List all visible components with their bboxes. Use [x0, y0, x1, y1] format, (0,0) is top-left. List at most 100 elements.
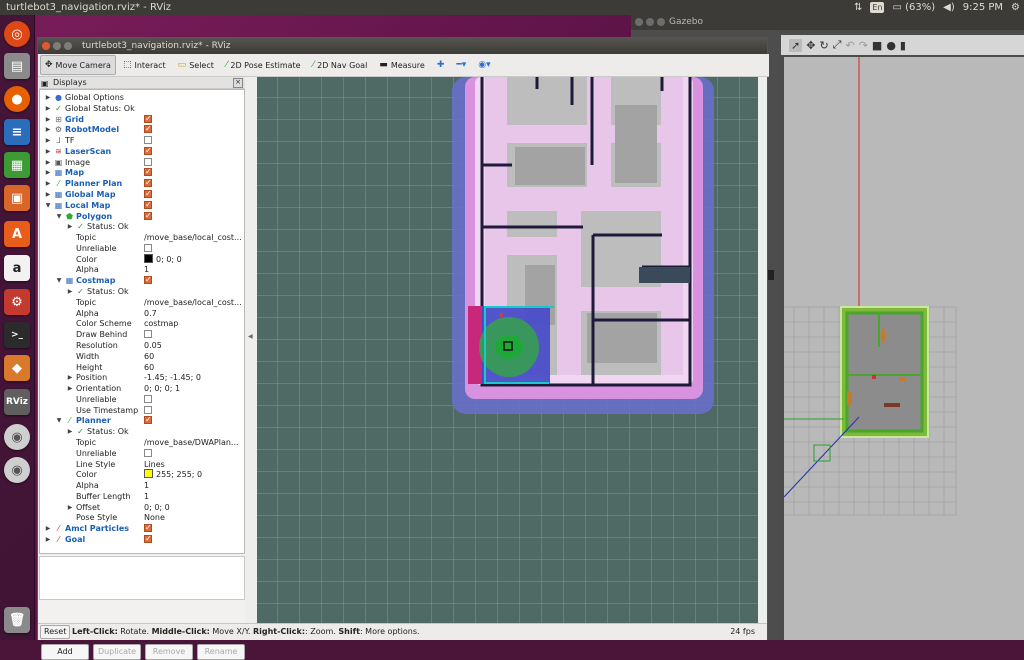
software-center-icon[interactable]: A: [4, 221, 30, 247]
tree-value[interactable]: costmap: [144, 319, 178, 328]
checkbox[interactable]: [144, 188, 152, 199]
expand-right-icon[interactable]: ▶: [44, 534, 52, 545]
expand-right-icon[interactable]: ▶: [66, 383, 74, 394]
disc-icon[interactable]: ◉: [4, 424, 30, 450]
tree-row[interactable]: Use Timestamp: [40, 405, 244, 416]
disc-icon-2[interactable]: ◉: [4, 457, 30, 483]
box-icon[interactable]: ■: [872, 39, 882, 52]
keyboard-layout[interactable]: En: [870, 2, 885, 13]
tree-row[interactable]: ▶ ⅃ TF: [40, 135, 244, 146]
volume-icon[interactable]: ◀): [943, 0, 955, 15]
checkbox[interactable]: [144, 414, 152, 425]
gazebo-icon[interactable]: ◆: [4, 355, 30, 381]
tree-row[interactable]: ▶ ▦ Global Map: [40, 188, 244, 200]
remove-button[interactable]: Remove: [145, 644, 193, 660]
writer-icon[interactable]: ≡: [4, 119, 30, 145]
tree-row[interactable]: ▼ ⬟ Polygon: [40, 210, 244, 222]
tree-value[interactable]: 255; 255; 0: [156, 470, 202, 479]
close-panel-icon[interactable]: ×: [233, 78, 243, 88]
impress-icon[interactable]: ▣: [4, 185, 30, 211]
tree-row[interactable]: Unreliable: [40, 243, 244, 254]
checkbox[interactable]: [144, 274, 152, 285]
undo-icon[interactable]: ↶: [845, 39, 854, 52]
expand-right-icon[interactable]: ▶: [44, 157, 52, 168]
expand-right-icon[interactable]: ▶: [66, 426, 74, 437]
checkbox[interactable]: [144, 157, 152, 166]
tree-row[interactable]: Line Style Lines: [40, 459, 244, 470]
add-button[interactable]: Add: [41, 644, 89, 660]
files-icon[interactable]: ▤: [4, 53, 30, 79]
settings-gear-icon[interactable]: ⚙: [1011, 0, 1020, 15]
checkbox[interactable]: [144, 145, 152, 156]
color-swatch[interactable]: [144, 469, 153, 479]
tree-row[interactable]: ▶ ✓ Status: Ok: [40, 426, 244, 437]
tree-row[interactable]: ▶ Orientation 0; 0; 0; 1: [40, 383, 244, 394]
tree-value[interactable]: -1.45; -1.45; 0: [144, 373, 201, 382]
tree-row[interactable]: ▶ ⊞ Grid: [40, 113, 244, 125]
tree-value-cell[interactable]: 1: [144, 491, 149, 502]
tree-value-cell[interactable]: -1.45; -1.45; 0: [144, 372, 201, 383]
trash-icon[interactable]: 🗑: [4, 607, 30, 633]
expand-right-icon[interactable]: ▶: [44, 189, 52, 200]
tree-row[interactable]: Unreliable: [40, 394, 244, 405]
tree-value-cell[interactable]: /move_base/local_cost...: [144, 297, 242, 308]
scale-icon[interactable]: ⤢: [833, 38, 842, 52]
tree-value[interactable]: 60: [144, 352, 154, 361]
rotate-icon[interactable]: ↻: [819, 39, 828, 52]
expand-right-icon[interactable]: ▶: [44, 178, 52, 189]
tree-row[interactable]: ▼ ⁄ Planner: [40, 414, 244, 426]
displays-tree[interactable]: ▶ ● Global Options ▶ ✓ Global Status: Ok ▶ ⊞ Gri…: [39, 89, 245, 554]
expand-right-icon[interactable]: ▶: [66, 372, 74, 383]
expand-down-icon[interactable]: ▼: [55, 211, 63, 222]
checkbox[interactable]: [144, 113, 152, 124]
minimize-icon[interactable]: [646, 18, 654, 26]
tree-value[interactable]: 1: [144, 481, 149, 490]
remove-tool-button[interactable]: ━▾: [451, 55, 471, 75]
tree-value[interactable]: 0.05: [144, 341, 162, 350]
tree-value-cell[interactable]: 255; 255; 0: [144, 469, 202, 480]
redo-icon[interactable]: ↷: [859, 39, 868, 52]
select-button[interactable]: ▭ Select: [173, 55, 219, 75]
clock[interactable]: 9:25 PM: [963, 0, 1003, 15]
duplicate-button[interactable]: Duplicate: [93, 644, 141, 660]
close-icon[interactable]: [635, 18, 643, 26]
expand-right-icon[interactable]: ▶: [44, 92, 52, 103]
expand-right-icon[interactable]: ▶: [44, 114, 52, 125]
tree-value-cell[interactable]: 0.7: [144, 308, 157, 319]
camera-type-button[interactable]: ◉▾: [473, 55, 495, 75]
tree-value-cell[interactable]: 60: [144, 351, 154, 362]
terminal-icon[interactable]: >_: [4, 322, 30, 348]
tree-value-cell[interactable]: /move_base/DWAPlan...: [144, 437, 239, 448]
panel-splitter-handle[interactable]: ◀: [248, 333, 253, 340]
tree-row[interactable]: ▶ ● Global Options: [40, 92, 244, 103]
tree-row[interactable]: ▶ ⁄ Goal: [40, 533, 244, 545]
checkbox[interactable]: [144, 177, 152, 188]
expand-down-icon[interactable]: ▼: [44, 200, 52, 211]
tree-value-cell[interactable]: costmap: [144, 318, 178, 329]
tree-row[interactable]: ▶ ▣ Image: [40, 157, 244, 168]
rviz-icon[interactable]: RViz: [4, 389, 30, 415]
tree-value-cell[interactable]: 0; 0; 0: [144, 502, 170, 513]
maximize-icon[interactable]: [657, 18, 665, 26]
network-icon[interactable]: ⇅: [854, 0, 862, 15]
amazon-icon[interactable]: a: [4, 255, 30, 281]
expand-down-icon[interactable]: ▼: [55, 275, 63, 286]
tree-row[interactable]: Topic/move_base/local_cost...: [40, 297, 244, 308]
checkbox[interactable]: [144, 243, 152, 252]
cylinder-icon[interactable]: ▮: [900, 39, 906, 52]
tree-row[interactable]: ▶ ⁄ Amcl Particles: [40, 522, 244, 534]
interact-button[interactable]: ⬚ Interact: [118, 55, 171, 75]
gazebo-3d-view[interactable]: [784, 57, 1024, 640]
expand-right-icon[interactable]: ▶: [44, 124, 52, 135]
translate-icon[interactable]: ✥: [806, 39, 815, 52]
tree-row[interactable]: ▶ ≋ LaserScan: [40, 145, 244, 157]
tree-row[interactable]: ▶ ✓ Global Status: Ok: [40, 103, 244, 114]
tree-row[interactable]: Alpha 1: [40, 264, 244, 275]
tree-row[interactable]: ▶ ✓ Status: Ok: [40, 221, 244, 232]
tree-row[interactable]: ▶ ✓ Status: Ok: [40, 286, 244, 297]
tree-value-cell[interactable]: 0; 0; 0: [144, 253, 182, 265]
tree-value[interactable]: 0.7: [144, 309, 157, 318]
tree-row[interactable]: Color Scheme costmap: [40, 318, 244, 329]
tree-row[interactable]: ▶ Offset 0; 0; 0: [40, 502, 244, 513]
tree-row[interactable]: ▼ ▦ Local Map: [40, 199, 244, 211]
